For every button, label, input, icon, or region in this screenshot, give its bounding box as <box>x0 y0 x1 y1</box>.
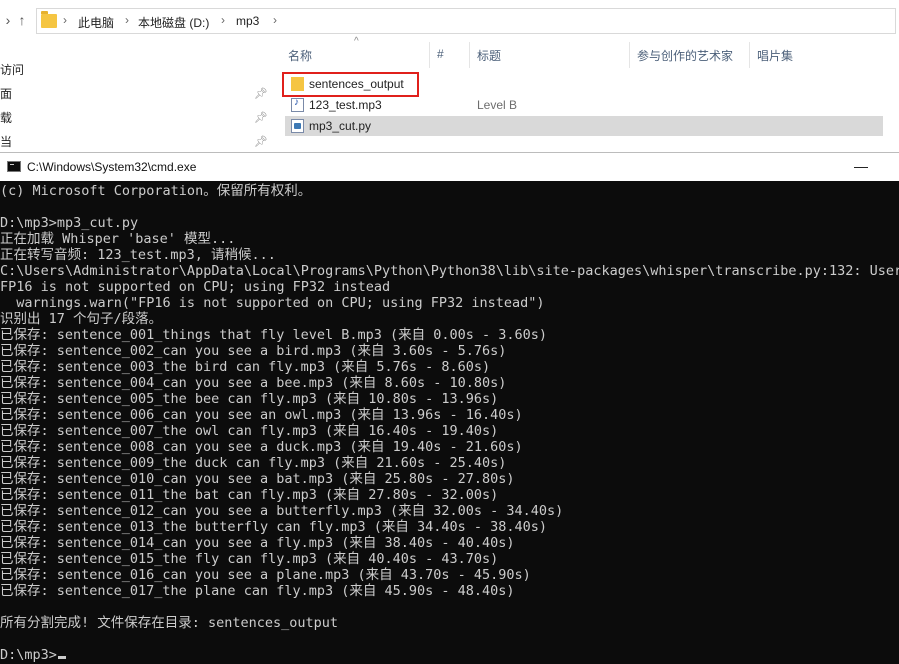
nav-item-downloads[interactable]: 载 <box>0 109 12 126</box>
column-artist[interactable]: 参与创作的艺术家 <box>637 47 733 64</box>
highlight-annotation-box <box>282 72 419 97</box>
column-divider[interactable] <box>469 42 470 68</box>
column-number[interactable]: # <box>437 47 444 61</box>
console-line: 已保存: sentence_017_the plane can fly.mp3 … <box>0 583 515 599</box>
breadcrumb-local-disk[interactable]: 本地磁盘 (D:) <box>138 14 209 31</box>
console-line: 已保存: sentence_005_the bee can fly.mp3 (来… <box>0 391 499 407</box>
address-bar[interactable]: › 此电脑 › 本地磁盘 (D:) › mp3 › <box>36 8 896 34</box>
console-line: 已保存: sentence_011_the bat can fly.mp3 (来… <box>0 487 499 503</box>
minimize-button[interactable]: — <box>853 157 869 175</box>
console-line: 所有分割完成! 文件保存在目录: sentences_output <box>0 615 339 631</box>
column-name[interactable]: 名称 <box>288 47 312 64</box>
cmd-app-icon <box>7 161 21 172</box>
console-line: 已保存: sentence_004_can you see a bee.mp3 … <box>0 375 507 391</box>
chevron-right-icon[interactable]: › <box>273 13 277 27</box>
console-line: 已保存: sentence_010_can you see a bat.mp3 … <box>0 471 515 487</box>
nav-item-documents[interactable]: 当 <box>0 133 12 150</box>
column-divider[interactable] <box>429 42 430 68</box>
mp3-file-icon <box>291 97 304 112</box>
column-album[interactable]: 唱片集 <box>757 47 793 64</box>
file-name: mp3_cut.py <box>309 119 372 133</box>
column-divider[interactable] <box>749 42 750 68</box>
console-line: 已保存: sentence_008_can you see a duck.mp3… <box>0 439 523 455</box>
console-line: 已保存: sentence_016_can you see a plane.mp… <box>0 567 531 583</box>
nav-item-quick-access[interactable]: 访问 <box>0 61 24 78</box>
console-line: 正在转写音频: 123_test.mp3, 请稍候... <box>0 247 276 263</box>
file-explorer-window: › ↑ › 此电脑 › 本地磁盘 (D:) › mp3 › 访问 面 载 当 📌… <box>0 0 899 152</box>
console-line: 已保存: sentence_014_can you see a fly.mp3 … <box>0 535 515 551</box>
pin-icon: 📌︎ <box>254 112 268 124</box>
text-cursor <box>57 656 66 659</box>
column-title[interactable]: 标题 <box>477 47 501 64</box>
file-title: Level B <box>477 98 518 112</box>
column-divider[interactable] <box>629 42 630 68</box>
cmd-title-bar: C:\Windows\System32\cmd.exe — <box>0 152 899 181</box>
console-line: 已保存: sentence_001_things that fly level … <box>0 327 548 343</box>
up-arrow-icon[interactable]: ↑ <box>14 11 30 29</box>
console-line: warnings.warn("FP16 is not supported on … <box>0 295 545 311</box>
console-line: 已保存: sentence_006_can you see an owl.mp3… <box>0 407 523 423</box>
console-line: 已保存: sentence_013_the butterfly can fly.… <box>0 519 548 535</box>
chevron-right-icon[interactable]: › <box>221 13 225 27</box>
console-line: 识别出 17 个句子/段落。 <box>0 311 163 327</box>
console-lines: (c) Microsoft Corporation。保留所有权利。 D:\mp3>… <box>0 183 899 663</box>
console-line: D:\mp3> <box>0 647 899 663</box>
file-row-mp3-cut-py[interactable]: mp3_cut.py <box>285 116 883 136</box>
sort-up-icon: ^ <box>354 36 359 47</box>
console-line: D:\mp3>mp3_cut.py <box>0 215 139 231</box>
pin-icon: 📌︎ <box>254 88 268 100</box>
nav-item-desktop[interactable]: 面 <box>0 85 12 102</box>
console-line: (c) Microsoft Corporation。保留所有权利。 <box>0 183 312 199</box>
chevron-right-icon[interactable]: › <box>63 13 67 27</box>
console-line: 已保存: sentence_007_the owl can fly.mp3 (来… <box>0 423 499 439</box>
folder-icon <box>41 11 57 28</box>
breadcrumb-mp3[interactable]: mp3 <box>236 14 259 28</box>
console-line: 已保存: sentence_003_the bird can fly.mp3 (… <box>0 359 491 375</box>
breadcrumb-this-pc[interactable]: 此电脑 <box>78 14 114 31</box>
console-line: FP16 is not supported on CPU; using FP32… <box>0 279 391 295</box>
console-line: 已保存: sentence_002_can you see a bird.mp3… <box>0 343 507 359</box>
python-file-icon <box>291 119 304 133</box>
column-headers: ^ 名称 # 标题 参与创作的艺术家 唱片集 <box>272 36 899 72</box>
console-line: 正在加载 Whisper 'base' 模型... <box>0 231 236 247</box>
file-row-123-test-mp3[interactable]: 123_test.mp3 Level B <box>285 95 883 115</box>
console-line: 已保存: sentence_009_the duck can fly.mp3 (… <box>0 455 507 471</box>
navigation-pane: 访问 面 载 当 📌︎ 📌︎ 📌︎ <box>0 40 272 152</box>
pin-icon: 📌︎ <box>254 136 268 148</box>
chevron-right-icon[interactable]: › <box>125 13 129 27</box>
file-name: 123_test.mp3 <box>309 98 382 112</box>
console-line: 已保存: sentence_015_the fly can fly.mp3 (来… <box>0 551 499 567</box>
cmd-window-title: C:\Windows\System32\cmd.exe <box>27 160 197 174</box>
console-line: 已保存: sentence_012_can you see a butterfl… <box>0 503 564 519</box>
console-output[interactable]: (c) Microsoft Corporation。保留所有权利。 D:\mp3>… <box>0 181 899 664</box>
console-line: C:\Users\Administrator\AppData\Local\Pro… <box>0 263 899 279</box>
address-row: › ↑ › 此电脑 › 本地磁盘 (D:) › mp3 › <box>0 0 899 40</box>
